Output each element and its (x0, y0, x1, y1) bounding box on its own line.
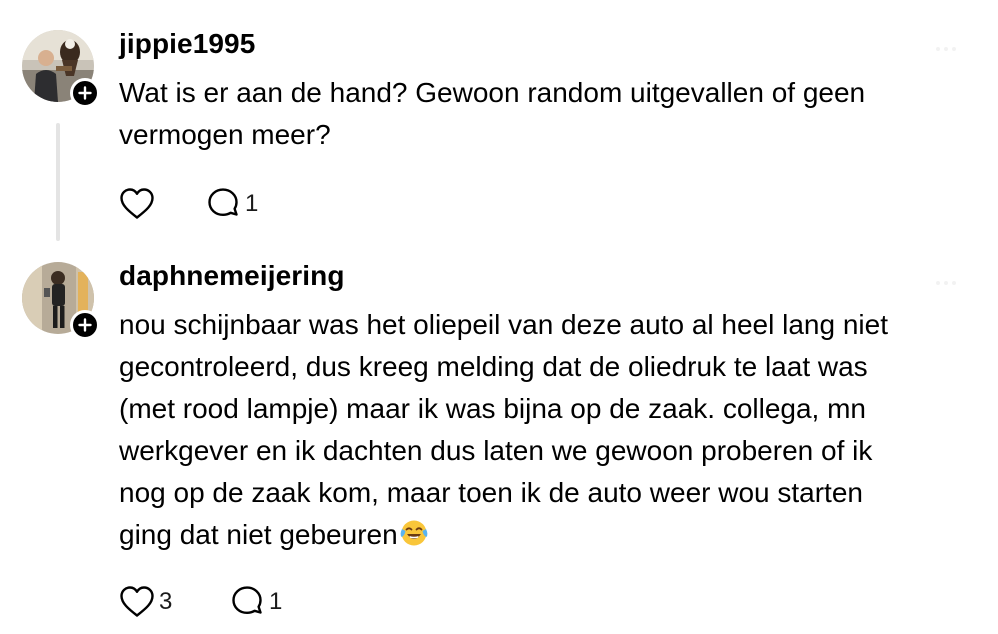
comment-thread: jippie1995 Wat is er aan de hand? Gewoon… (0, 0, 998, 634)
reply-count: 1 (269, 588, 283, 615)
reply-button[interactable]: 1 (205, 187, 258, 221)
dot-icon (936, 281, 940, 285)
more-options-button[interactable] (936, 38, 976, 51)
username[interactable]: daphnemeijering (119, 259, 345, 293)
like-count: 3 (159, 588, 173, 615)
more-options-button[interactable] (936, 272, 976, 285)
follow-button[interactable] (70, 78, 100, 108)
username[interactable]: jippie1995 (119, 27, 255, 61)
avatar-container[interactable] (22, 30, 100, 108)
dot-icon (944, 281, 948, 285)
comment-post: jippie1995 Wat is er aan de hand? Gewoon… (0, 0, 998, 245)
thread-connector-line (56, 123, 60, 241)
like-button[interactable]: 3 (119, 585, 229, 619)
dot-icon (952, 281, 956, 285)
like-button[interactable] (119, 187, 205, 221)
dot-icon (952, 47, 956, 51)
follow-button[interactable] (70, 310, 100, 340)
comment-icon (208, 188, 238, 216)
comment-text: nou schijnbaar was het oliepeil van deze… (119, 304, 979, 556)
comment-icon (232, 586, 262, 614)
dot-icon (944, 47, 948, 51)
action-bar: 3 1 (119, 584, 282, 620)
plus-icon (78, 86, 92, 100)
face-with-tears-of-joy-icon (400, 520, 428, 546)
dot-icon (936, 47, 940, 51)
comment-post: daphnemeijering nou schijnbaar was het o… (0, 245, 998, 634)
avatar-container[interactable] (22, 262, 100, 340)
reply-count: 1 (245, 190, 259, 217)
heart-icon (120, 586, 154, 617)
heart-icon (120, 188, 154, 219)
action-bar: 1 (119, 186, 258, 222)
reply-button[interactable]: 1 (229, 585, 282, 619)
comment-text-body: nou schijnbaar was het oliepeil van deze… (119, 309, 888, 550)
plus-icon (78, 318, 92, 332)
comment-text: Wat is er aan de hand? Gewoon random uit… (119, 77, 866, 150)
